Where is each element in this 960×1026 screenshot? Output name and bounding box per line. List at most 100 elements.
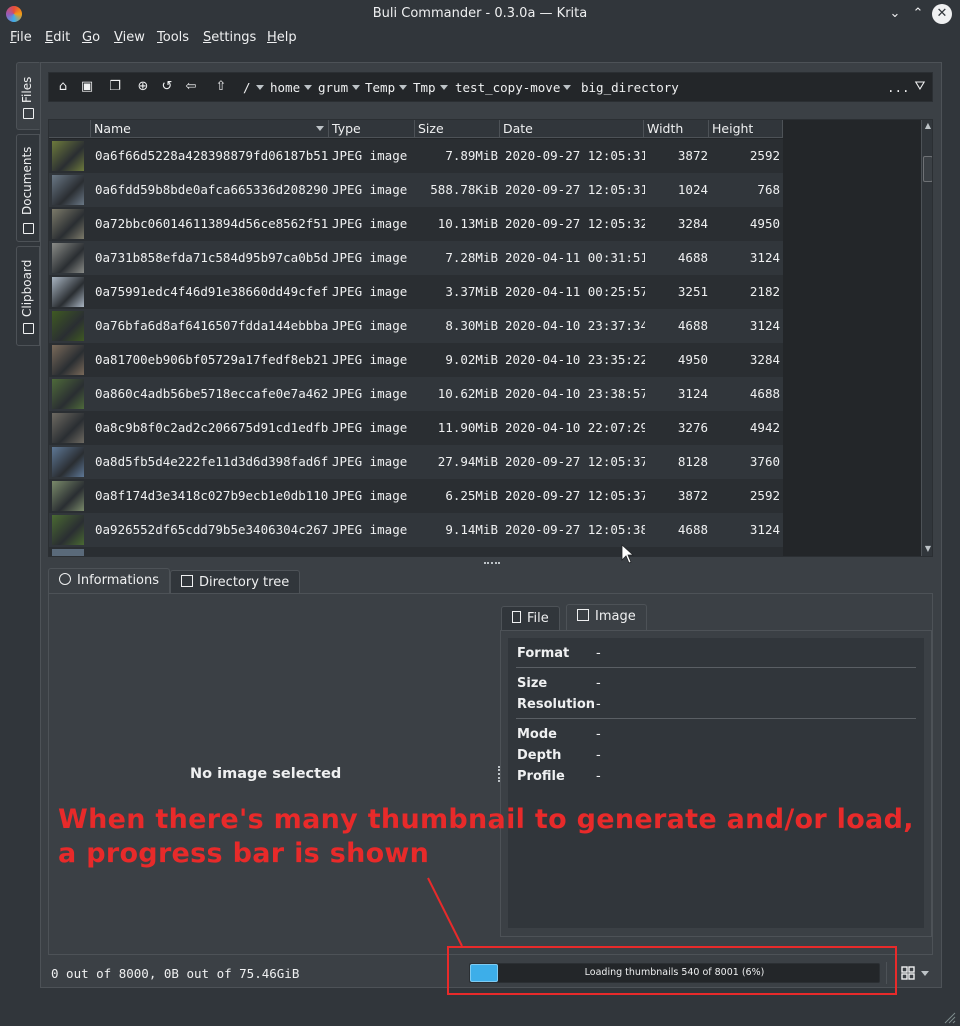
cell-width: 1024 <box>677 182 708 197</box>
scrollbar-thumb[interactable] <box>923 156 932 182</box>
cell-date: 2020-04-10 23:35:22 <box>505 352 645 367</box>
scroll-down-arrow-icon[interactable]: ▼ <box>923 544 932 554</box>
menu-settings[interactable]: Settings <box>203 30 256 45</box>
file-icon <box>512 611 521 623</box>
annotation-line-1: When there's many thumbnail to generate … <box>58 804 914 835</box>
parent-directory-icon[interactable]: ⇧ <box>213 79 229 95</box>
property-value-mode: - <box>596 727 601 742</box>
image-icon <box>577 609 589 621</box>
annotation-highlight-box <box>447 946 897 995</box>
column-header-height[interactable]: Height <box>709 120 783 138</box>
breadcrumb-grum[interactable]: grum <box>318 80 348 95</box>
cell-date: 2020-04-10 22:07:29 <box>505 420 645 435</box>
tab-file[interactable]: File <box>501 606 560 630</box>
selection-summary: 0 out of 8000, 0B out of 75.46GiB <box>51 966 300 981</box>
side-tab-clipboard[interactable]: Clipboard <box>16 246 40 346</box>
cell-name: 0a6f66d5228a428398879fd06187b512 <box>95 148 328 163</box>
property-separator <box>516 667 916 668</box>
table-row[interactable] <box>49 547 783 556</box>
breadcrumb-tmp[interactable]: Tmp <box>413 80 436 95</box>
table-row[interactable]: 0a926552df65cdd79b5e3406304c2671 JPEG ima… <box>49 513 783 547</box>
maximize-button[interactable]: ⌃ <box>908 4 928 24</box>
cell-width: 3251 <box>677 284 708 299</box>
path-toolbar: ⌂ ▣ ❐ ⊕ ↺ ⇦ ⇧ / home grum Temp Tmp test_… <box>48 72 933 102</box>
title-bar: Buli Commander - 0.3.0a — Krita ⌄ ⌃ ✕ <box>0 0 960 28</box>
menu-tools[interactable]: Tools <box>157 30 189 45</box>
tab-informations[interactable]: Informations <box>48 568 171 594</box>
table-row[interactable]: 0a860c4adb56be5718eccafe0e7a4626 JPEG ima… <box>49 377 783 411</box>
table-row[interactable]: 0a731b858efda71c584d95b97ca0b5d9 JPEG ima… <box>49 241 783 275</box>
cell-name: 0a81700eb906bf05729a17fedf8eb218 <box>95 352 328 367</box>
resize-grip-icon[interactable] <box>944 1012 956 1024</box>
table-row[interactable]: 0a81700eb906bf05729a17fedf8eb218 JPEG ima… <box>49 343 783 377</box>
breadcrumb-root[interactable]: / <box>243 80 251 95</box>
column-header-name[interactable]: Name <box>91 120 329 138</box>
column-header-type[interactable]: Type <box>329 120 415 138</box>
column-header-width[interactable]: Width <box>644 120 709 138</box>
filter-icon[interactable]: ⛛ <box>912 79 928 95</box>
menu-help[interactable]: Help <box>267 30 297 45</box>
column-header-thumbnail[interactable] <box>49 120 91 138</box>
table-row[interactable]: 0a8f174d3e3418c027b9ecb1e0db110f JPEG ima… <box>49 479 783 513</box>
property-label-size: Size <box>517 676 548 691</box>
image-properties-list <box>508 638 924 928</box>
saved-views-icon[interactable]: ❐ <box>107 79 123 95</box>
breadcrumb-big-directory[interactable]: big_directory <box>581 80 679 95</box>
table-row[interactable]: 0a6f66d5228a428398879fd06187b512 JPEG ima… <box>49 139 783 173</box>
property-separator <box>516 718 916 719</box>
view-mode-chevron-down-icon[interactable] <box>921 971 929 976</box>
menu-file[interactable]: File <box>10 30 32 45</box>
scroll-up-arrow-icon[interactable]: ▲ <box>923 121 932 131</box>
side-tab-documents[interactable]: Documents <box>16 134 40 242</box>
cell-height: 768 <box>757 182 780 197</box>
chevron-down-icon[interactable] <box>256 85 264 90</box>
property-value-profile: - <box>596 769 601 784</box>
chevron-down-icon[interactable] <box>352 85 360 90</box>
chevron-down-icon[interactable] <box>399 85 407 90</box>
history-icon[interactable]: ↺ <box>159 79 175 95</box>
vertical-scrollbar[interactable]: ▲ ▼ <box>921 120 932 556</box>
thumbnail-image <box>52 141 84 171</box>
view-mode-grid-icon[interactable] <box>901 966 915 980</box>
history-filter-icon[interactable]: ⊕ <box>135 79 151 95</box>
table-row[interactable]: 0a8d5fb5d4e222fe11d3d6d398fad6ff JPEG ima… <box>49 445 783 479</box>
thumbnail-image <box>52 549 84 556</box>
property-value-size: - <box>596 676 601 691</box>
breadcrumb-temp[interactable]: Temp <box>365 80 395 95</box>
breadcrumb-home[interactable]: home <box>270 80 300 95</box>
property-value-depth: - <box>596 748 601 763</box>
side-tab-documents-label: Documents <box>20 146 34 215</box>
close-button[interactable]: ✕ <box>932 4 952 24</box>
property-label-depth: Depth <box>517 748 562 763</box>
column-header-size[interactable]: Size <box>415 120 500 138</box>
cell-size: 11.90MiB <box>437 420 498 435</box>
table-row[interactable]: 0a75991edc4f46d91e38660dd49cfefd JPEG ima… <box>49 275 783 309</box>
tab-file-label: File <box>527 611 549 626</box>
cell-height: 3124 <box>749 522 780 537</box>
menu-view[interactable]: View <box>114 30 145 45</box>
minimize-button[interactable]: ⌄ <box>885 4 905 24</box>
table-row[interactable]: 0a6fdd59b8bde0afca665336d208290c JPEG ima… <box>49 173 783 207</box>
table-row[interactable]: 0a8c9b8f0c2ad2c206675d91cd1edfb3 JPEG ima… <box>49 411 783 445</box>
tab-informations-label: Informations <box>77 573 160 588</box>
table-row[interactable]: 0a72bbc060146113894d56ce8562f51e JPEG ima… <box>49 207 783 241</box>
table-row[interactable]: 0a76bfa6d8af6416507fdda144ebbbad JPEG ima… <box>49 309 783 343</box>
menu-go[interactable]: Go <box>82 30 100 45</box>
column-header-date[interactable]: Date <box>500 120 644 138</box>
back-arrow-icon[interactable]: ⇦ <box>183 79 199 95</box>
tab-image[interactable]: Image <box>566 604 647 631</box>
cell-size: 8.30MiB <box>445 318 498 333</box>
chevron-down-icon[interactable] <box>304 85 312 90</box>
chevron-down-icon[interactable] <box>440 85 448 90</box>
side-tab-files[interactable]: Files <box>16 62 40 130</box>
folder-bookmark-icon[interactable]: ▣ <box>79 79 95 95</box>
breadcrumb-test-copy-move[interactable]: test_copy-move <box>455 80 560 95</box>
tab-directory-tree[interactable]: Directory tree <box>170 570 301 594</box>
chevron-down-icon[interactable] <box>563 85 571 90</box>
home-icon[interactable]: ⌂ <box>55 79 71 95</box>
horizontal-splitter-handle[interactable] <box>484 562 500 564</box>
cell-date: 2020-04-11 00:25:57 <box>505 284 645 299</box>
menu-edit[interactable]: Edit <box>45 30 70 45</box>
cell-size: 7.89MiB <box>445 148 498 163</box>
more-button[interactable]: ... <box>887 80 910 95</box>
